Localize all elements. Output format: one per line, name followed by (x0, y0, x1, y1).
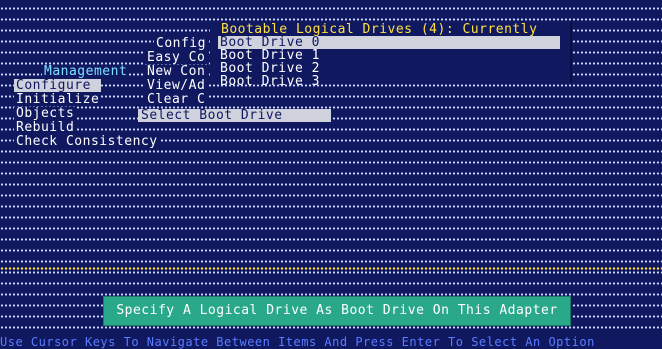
submenu-config[interactable]: Config (154, 37, 208, 50)
bootable-drives-popup: Bootable Logical Drives (4): Currently [… (210, 22, 572, 88)
submenu-view-add-config[interactable]: View/Ad (145, 79, 208, 92)
boot-drive-3-option[interactable]: Boot Drive 3 (218, 75, 334, 88)
submenu-new-config[interactable]: New Con (145, 65, 208, 78)
submenu-easy-config[interactable]: Easy Co (145, 51, 208, 64)
separator-line (0, 267, 662, 270)
menu-item-configure[interactable]: Configure (14, 79, 101, 92)
submenu-clear-config[interactable]: Clear C (145, 93, 208, 106)
menu-item-objects[interactable]: Objects (14, 107, 77, 120)
footer-hint: Use Cursor Keys To Navigate Between Item… (0, 336, 662, 349)
menu-item-rebuild[interactable]: Rebuild (14, 121, 77, 134)
management-menu-label: Management (42, 64, 130, 79)
select-boot-drive-option[interactable]: Select Boot Drive (138, 109, 331, 122)
bios-config-screen: Bootable Logical Drives (4): Currently [… (0, 0, 662, 349)
menu-item-check-consistency[interactable]: Check Consistency (14, 135, 160, 148)
status-message-bar: Specify A Logical Drive As Boot Drive On… (103, 296, 571, 326)
menu-item-initialize[interactable]: Initialize (14, 93, 102, 106)
